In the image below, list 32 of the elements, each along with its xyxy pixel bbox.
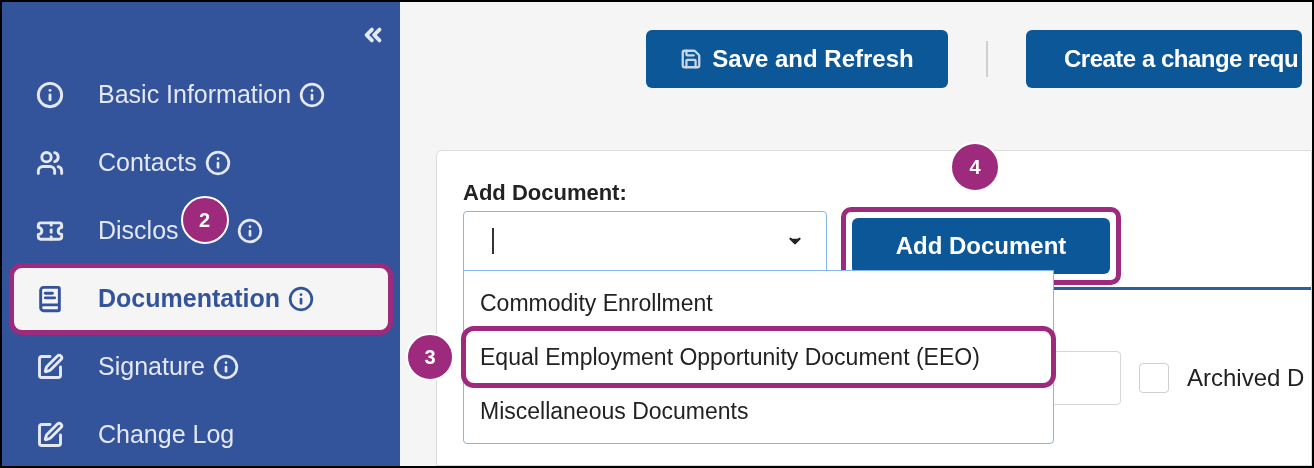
field-label: Add Document:: [463, 179, 628, 207]
archived-checkbox[interactable]: [1139, 363, 1169, 393]
sidebar-item[interactable]: Disclos 2: [12, 198, 390, 264]
sidebar-item[interactable]: Change Log: [12, 402, 390, 466]
change-request-button[interactable]: Create a change requ: [1026, 30, 1303, 88]
book-icon: [36, 285, 64, 313]
edit-icon: [36, 421, 64, 449]
people-icon: [36, 149, 64, 177]
sidebar-label: Signature: [98, 351, 206, 383]
edit-icon: [36, 353, 64, 381]
sidebar-item[interactable]: Contacts: [12, 130, 390, 196]
sidebar-item[interactable]: Signature: [12, 334, 390, 400]
step-badge: 4: [950, 142, 1000, 192]
text-cursor: [492, 228, 494, 254]
sidebar-label: Disclos: [98, 215, 179, 247]
sidebar-label: Documentation: [98, 283, 280, 315]
sidebar-item[interactable]: Documentation: [12, 266, 390, 332]
input-field[interactable]: [1051, 351, 1121, 405]
sidebar-label: Basic Information: [98, 79, 292, 111]
save-icon: [680, 48, 703, 70]
menu-item[interactable]: Commodity Enrollment: [466, 277, 1051, 329]
sidebar-label: Contacts: [98, 147, 197, 179]
sidebar-label: Change Log: [98, 419, 235, 451]
step-badge: 3: [406, 333, 454, 381]
sidebar-item[interactable]: Basic Information: [12, 62, 390, 128]
step-badge: 2: [180, 196, 229, 244]
info-icon: [36, 81, 64, 109]
checkbox-label: Archived D: [1187, 363, 1305, 393]
info-icon[interactable]: [287, 286, 314, 312]
add-document-button[interactable]: Add Document: [852, 218, 1110, 274]
save-button[interactable]: Save and Refresh: [646, 30, 948, 88]
menu-item[interactable]: Miscellaneous Documents: [466, 385, 1051, 437]
